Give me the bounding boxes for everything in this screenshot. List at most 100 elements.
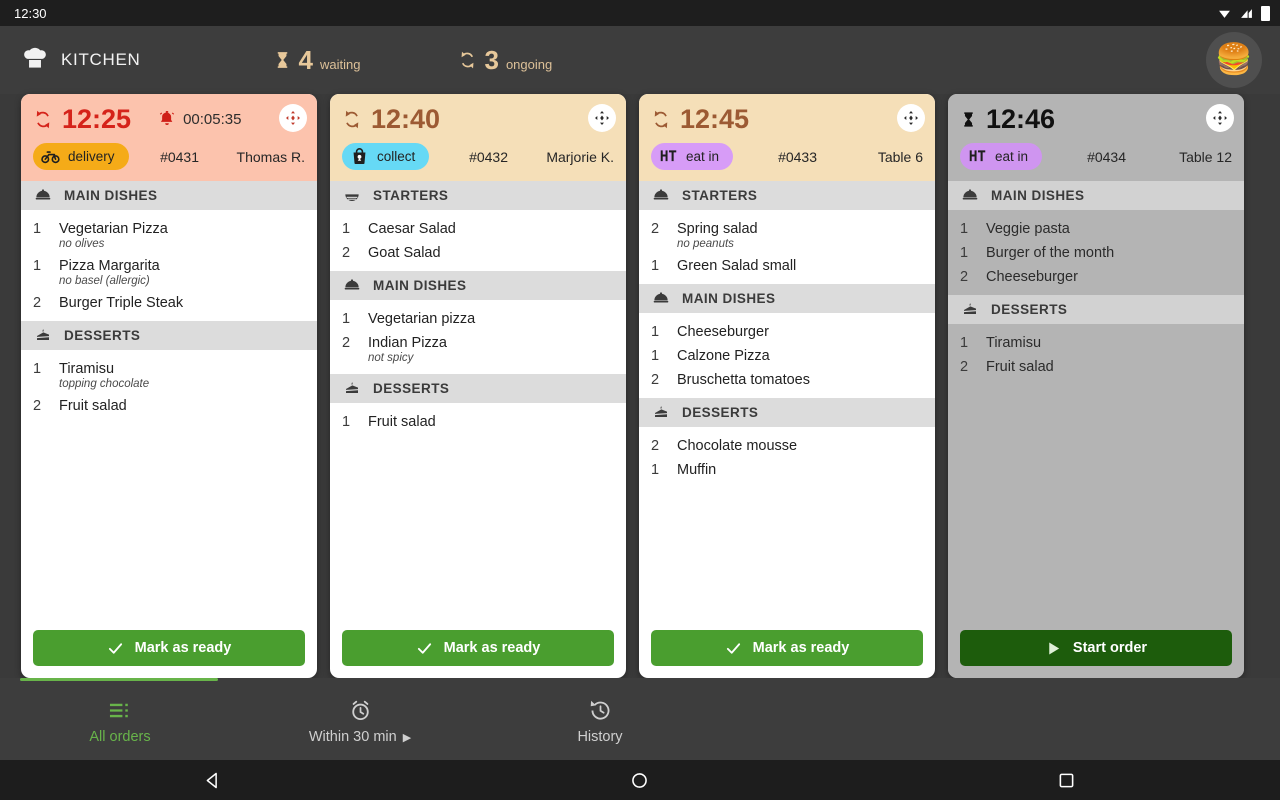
home-circle-icon[interactable] [629,770,650,791]
order-alarm: 00:05:35 [158,110,241,129]
order-item-row[interactable]: 1 Cheeseburger [639,320,935,344]
nav-item-label: All orders [89,729,151,745]
chevron-right-icon[interactable]: ▶ [403,731,411,744]
item-text: Burger Triple Steak [59,295,183,311]
course-section-header: DESSERTS [639,398,935,427]
course-item-list: 1 Veggie pasta 1 Burger of the month 2 Cheese… [948,210,1244,295]
alarm-bell-icon [159,110,175,125]
course-section-title: DESSERTS [991,302,1068,317]
course-section-header: MAIN DISHES [21,181,317,210]
order-items: MAIN DISHES 1 Veggie pasta 1 Burger of the m… [948,181,1244,621]
item-name: Chocolate mousse [677,438,798,454]
order-type-badge: eat in [960,143,1043,170]
item-name: Veggie pasta [986,221,1070,237]
order-card-footer: Mark as ready [21,621,317,678]
action-button-label: Mark as ready [752,640,850,656]
mark-as-ready-button[interactable]: Mark as ready [33,630,305,666]
order-type-label: delivery [68,149,115,164]
order-drag-handle[interactable] [588,104,616,132]
nav-item-history[interactable]: History [480,678,720,760]
order-item-row[interactable]: 2 Indian Pizza not spicy [330,331,626,368]
item-quantity: 1 [651,258,660,274]
order-item-row[interactable]: 1 Fruit salad [330,410,626,434]
nav-item-all-orders[interactable]: All orders [0,678,240,760]
check-icon [108,642,122,654]
order-card[interactable]: 12:45 eat in #0433 Table 6 STARTERS 2 Spring s… [639,94,935,678]
move-handle-icon [286,111,300,125]
order-drag-handle[interactable] [897,104,925,132]
nav-label-row: Within 30 min ▶ [309,729,411,745]
eat-in-icon [969,150,986,162]
item-name: Tiramisu [986,335,1042,351]
order-item-row[interactable]: 1 Vegetarian pizza [330,307,626,331]
order-item-row[interactable]: 2 Burger Triple Steak [21,291,317,315]
course-item-list: 1 Cheeseburger 1 Calzone Pizza 2 Bruschetta t… [639,313,935,398]
item-name: Muffin [677,462,717,478]
nav-item-within-30-min[interactable]: Within 30 min ▶ [240,678,480,760]
item-quantity: 1 [651,462,660,478]
item-text: Burger of the month [986,245,1114,261]
cake-slice-icon [37,328,49,340]
order-number: #0432 [469,148,508,165]
mark-as-ready-button[interactable]: Mark as ready [342,630,614,666]
order-time-row: 12:25 00:05:35 [33,104,305,134]
order-item-row[interactable]: 1 Caesar Salad [330,217,626,241]
order-customer: Marjorie K. [546,148,614,165]
order-item-row[interactable]: 1 Burger of the month [948,241,1244,265]
course-section-header: MAIN DISHES [330,271,626,300]
hourglass-icon [277,52,287,68]
order-item-row[interactable]: 2 Chocolate mousse [639,434,935,458]
order-item-row[interactable]: 2 Spring salad no peanuts [639,217,935,254]
order-item-row[interactable]: 1 Calzone Pizza [639,344,935,368]
food-dome-icon [653,188,669,199]
order-item-row[interactable]: 2 Fruit salad [21,394,317,418]
order-item-row[interactable]: 1 Pizza Margarita no basel (allergic) [21,254,317,291]
order-item-row[interactable]: 1 Tiramisu topping chocolate [21,357,317,394]
sync-icon [462,51,474,69]
item-text: Veggie pasta [986,221,1070,237]
order-type-badge: delivery [33,143,129,170]
move-handle-icon [1213,111,1227,125]
item-quantity: 1 [33,221,42,237]
item-text: Muffin [677,462,716,478]
order-card[interactable]: 12:40 collect #0432 Marjorie K. STARTERS 1 Cae… [330,94,626,678]
mark-as-ready-button[interactable]: Mark as ready [651,630,923,666]
nav-item-label: History [577,729,623,745]
bottom-navigation: All orders Within 30 min ▶ History [0,678,1280,760]
order-customer: Table 6 [877,148,923,165]
order-item-row[interactable]: 1 Veggie pasta [948,217,1244,241]
back-triangle-icon[interactable] [203,770,224,791]
sync-icon [36,110,50,128]
item-quantity: 1 [33,258,42,274]
order-item-row[interactable]: 1 Green Salad small [639,254,935,278]
order-drag-handle[interactable] [1206,104,1234,132]
order-time: 12:40 [371,103,441,134]
item-quantity: 1 [960,221,969,237]
item-quantity: 1 [651,348,660,364]
order-card[interactable]: 12:25 00:05:35 delivery #0431 Thomas R. MAIN … [21,94,317,678]
order-item-row[interactable]: 1 Muffin [639,458,935,482]
order-item-row[interactable]: 2 Cheeseburger [948,265,1244,289]
nav-item-label: Within 30 min [308,729,397,745]
item-text: Chocolate mousse [677,438,797,454]
order-item-row[interactable]: 2 Goat Salad [330,241,626,265]
order-card[interactable]: 12:46 eat in #0434 Table 12 MAIN DISHES 1 Vegg… [948,94,1244,678]
course-section-header: STARTERS [639,181,935,210]
order-time-row: 12:46 [960,104,1232,134]
wifi-icon [1219,10,1230,18]
order-item-row[interactable]: 1 Tiramisu [948,331,1244,355]
item-quantity: 2 [960,359,969,375]
order-drag-handle[interactable] [279,104,307,132]
order-item-row[interactable]: 1 Vegetarian Pizza no olives [21,217,317,254]
avatar[interactable]: 🍔 [1206,32,1262,88]
order-item-row[interactable]: 2 Fruit salad [948,355,1244,379]
start-order-button[interactable]: Start order [960,630,1232,666]
sync-icon [654,110,668,128]
page-title: KITCHEN [61,50,141,69]
recents-square-icon[interactable] [1056,770,1077,791]
play-icon [1049,641,1060,655]
item-name: Fruit salad [59,398,127,414]
order-item-row[interactable]: 2 Bruschetta tomatoes [639,368,935,392]
ongoing-label: ongoing [505,57,553,72]
item-text: Cheeseburger [986,269,1078,285]
